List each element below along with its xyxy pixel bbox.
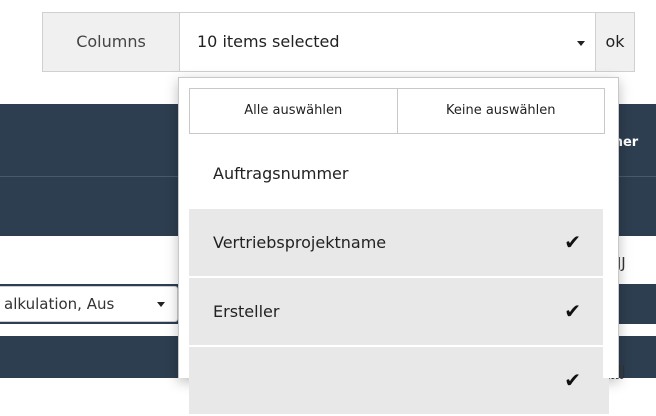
column-list: Auftragsnummer Vertriebsprojektname ✔ Er… (189, 140, 609, 416)
column-option[interactable]: Auftragsnummer (189, 140, 609, 209)
selection-summary: 10 items selected (197, 32, 340, 51)
caret-down-icon (577, 41, 585, 46)
column-option[interactable]: Vertriebsprojektname ✔ (189, 209, 609, 278)
checkmark-icon: ✔ (564, 299, 581, 323)
filter-select-value: alkulation, Aus (4, 295, 115, 313)
checkmark-icon: ✔ (564, 230, 581, 254)
dropdown-scrollbar[interactable] (603, 138, 615, 378)
select-actions: Alle auswählen Keine auswählen (189, 88, 605, 134)
select-all-button[interactable]: Alle auswählen (189, 88, 398, 134)
columns-multiselect[interactable]: 10 items selected (179, 12, 596, 72)
column-option-label: Vertriebsprojektname (213, 233, 387, 252)
column-option-label: Ersteller (213, 302, 280, 321)
checkmark-icon: ✔ (564, 368, 581, 392)
select-none-button[interactable]: Keine auswählen (397, 88, 605, 134)
ok-button[interactable]: ok (595, 12, 635, 72)
filter-select[interactable]: alkulation, Aus (0, 286, 178, 322)
columns-dropdown: Alle auswählen Keine auswählen Auftragsn… (178, 77, 619, 416)
column-option[interactable]: ✔ (189, 347, 609, 416)
columns-button[interactable]: Columns (42, 12, 180, 72)
column-option-label: Auftragsnummer (213, 164, 349, 183)
column-option[interactable]: Ersteller ✔ (189, 278, 609, 347)
caret-down-icon (157, 302, 165, 307)
